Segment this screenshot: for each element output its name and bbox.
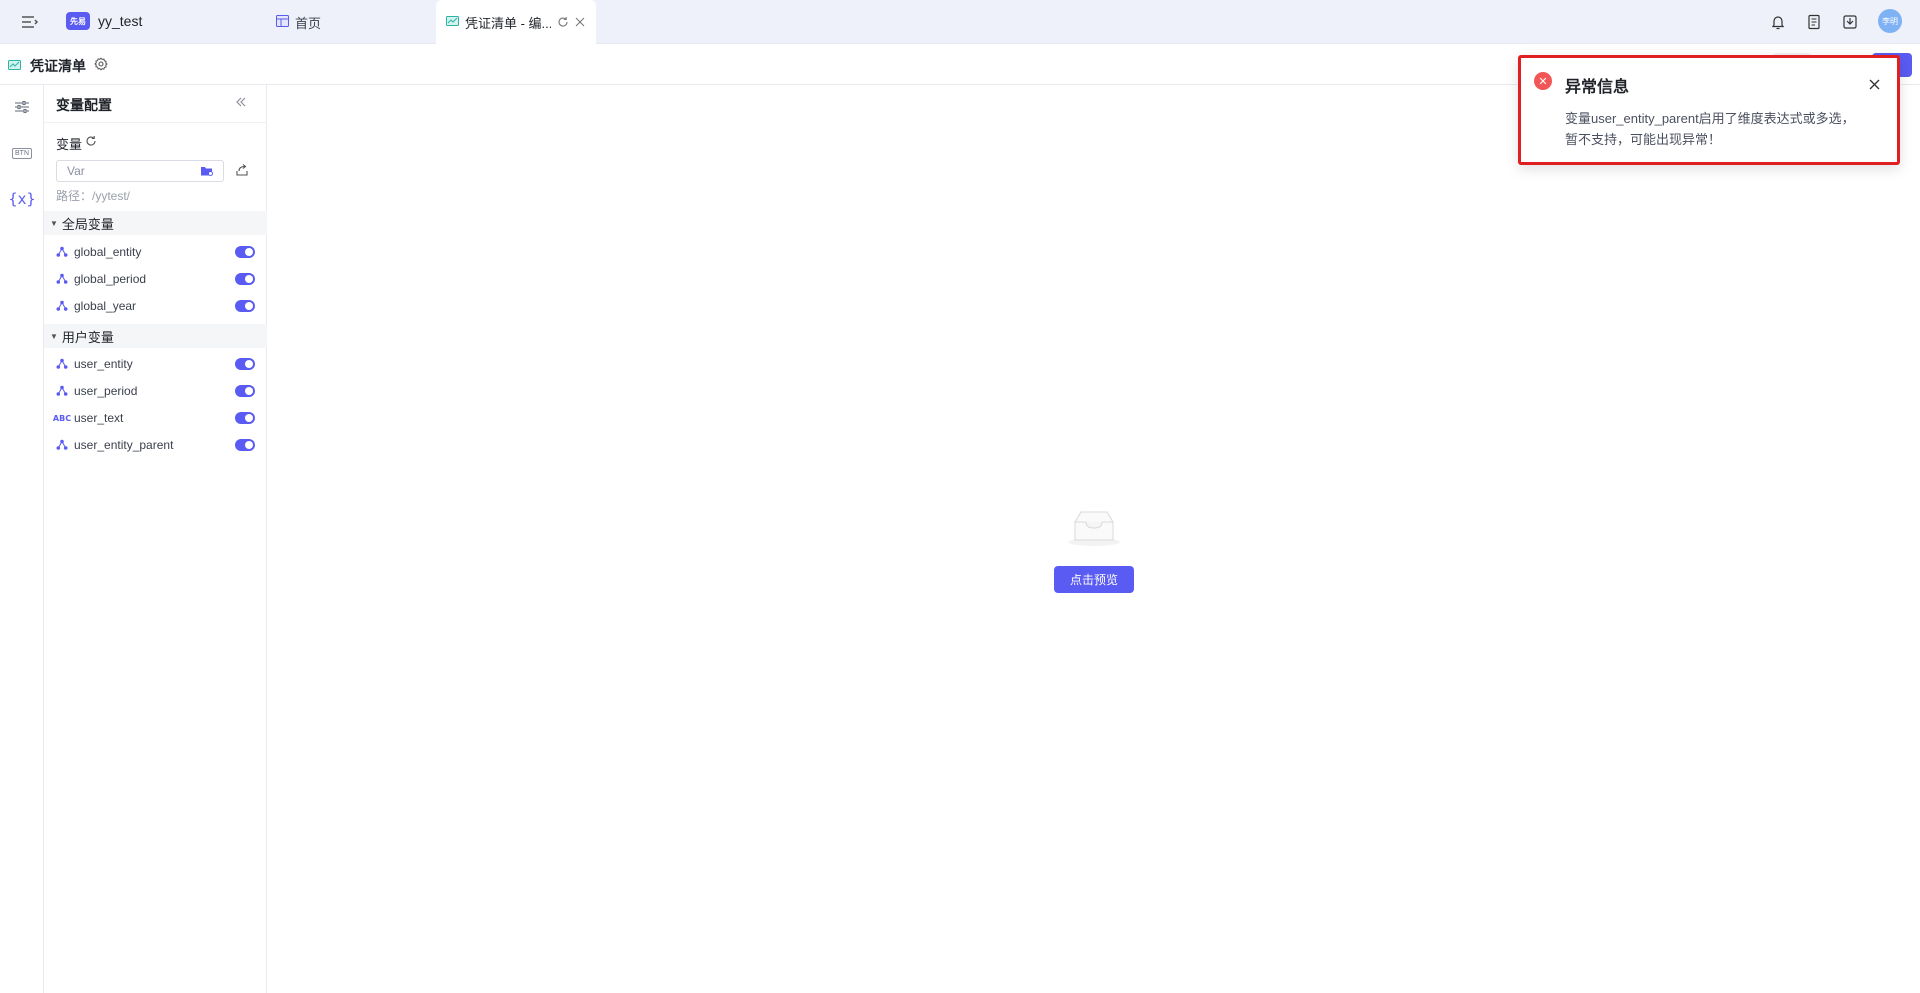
variable-search-input[interactable] (57, 161, 193, 181)
top-tab-bar: 先易 yy_test 首页 凭证清单 - 编... 李明 (0, 0, 1920, 44)
gear-icon[interactable] (94, 57, 108, 76)
dimension-icon (56, 358, 68, 370)
sliders-icon[interactable] (10, 95, 34, 119)
document-title: 凭证清单 (30, 58, 86, 74)
variable-name: user_text (74, 411, 124, 425)
group-label: 用户变量 (61, 329, 114, 345)
share-icon[interactable] (235, 163, 249, 182)
variable-toggle[interactable] (235, 246, 255, 258)
variable-name: global_entity (74, 245, 142, 259)
variable-toggle[interactable] (235, 412, 255, 424)
left-rail: BTN {x} (0, 85, 44, 993)
variable-name: user_period (74, 384, 138, 398)
variable-name: global_period (74, 272, 147, 286)
variable-toggle[interactable] (235, 300, 255, 312)
dimension-icon (56, 300, 68, 312)
variable-toggle[interactable] (235, 273, 255, 285)
inbox-download-icon[interactable] (1840, 12, 1860, 32)
dimension-icon (56, 273, 68, 285)
variable-icon[interactable]: {x} (8, 187, 35, 211)
text-type-icon: ABC (52, 413, 72, 423)
list-item[interactable]: user_period (44, 380, 267, 402)
variable-section-label: 变量 (56, 137, 83, 152)
user-avatar[interactable]: 李明 (1878, 9, 1902, 33)
variable-toggle[interactable] (235, 385, 255, 397)
tab-refresh-icon[interactable] (557, 16, 569, 28)
variable-search-box (56, 160, 224, 182)
notification-message: 变量user_entity_parent启用了维度表达式或多选， 暂不支持，可能… (1565, 108, 1885, 150)
tab-home[interactable]: 首页 (276, 0, 321, 44)
group-global-variables[interactable]: ▼ 全局变量 (44, 211, 267, 235)
list-item[interactable]: global_period (44, 268, 267, 290)
tab-voucher-list-label: 凭证清单 - 编... (465, 15, 551, 31)
app-logo: 先易 (66, 12, 90, 30)
notification-line: 暂不支持，可能出现异常！ (1565, 132, 1722, 147)
bell-icon[interactable] (1768, 12, 1788, 32)
report-icon (8, 58, 21, 76)
menu-toggle-icon[interactable] (20, 12, 40, 32)
preview-button[interactable]: 点击预览 (1054, 566, 1134, 593)
list-item[interactable]: user_entity_parent (44, 434, 267, 456)
notification-line: 变量user_entity_parent启用了维度表达式或多选， (1565, 111, 1855, 126)
variable-name: user_entity_parent (74, 438, 174, 452)
folder-icon[interactable] (200, 164, 214, 182)
tab-close-icon[interactable] (575, 17, 585, 27)
variable-name: user_entity (74, 357, 133, 371)
variable-config-panel: 变量配置 变量 路径：/yytest/ ▼ 全局变量 global_entity… (44, 85, 267, 993)
dimension-icon (56, 439, 68, 451)
home-page-icon (276, 14, 289, 30)
collapse-panel-icon[interactable] (235, 95, 247, 111)
document-icon[interactable] (1804, 12, 1824, 32)
list-item[interactable]: global_entity (44, 241, 267, 263)
list-item[interactable]: ABC user_text (44, 407, 267, 429)
button-config-icon[interactable]: BTN (10, 141, 34, 165)
variable-toggle[interactable] (235, 439, 255, 451)
group-user-variables[interactable]: ▼ 用户变量 (44, 324, 267, 348)
dimension-icon (56, 246, 68, 258)
dimension-icon (56, 385, 68, 397)
panel-header: 变量配置 (44, 85, 267, 123)
path-text: 路径：/yytest/ (56, 189, 131, 203)
notification-title: 异常信息 (1565, 79, 1630, 96)
empty-inbox-icon (1066, 508, 1122, 553)
tab-voucher-list[interactable]: 凭证清单 - 编... (436, 0, 596, 44)
variable-name: global_year (74, 299, 137, 313)
app-name: yy_test (98, 13, 143, 29)
caret-down-icon: ▼ (50, 218, 58, 228)
list-item[interactable]: user_entity (44, 353, 267, 375)
group-label: 全局变量 (61, 216, 114, 232)
list-item[interactable]: global_year (44, 295, 267, 317)
error-notification: ✕ 异常信息 变量user_entity_parent启用了维度表达式或多选， … (1518, 55, 1900, 165)
panel-title: 变量配置 (56, 97, 112, 113)
error-icon: ✕ (1534, 72, 1552, 90)
variable-toggle[interactable] (235, 358, 255, 370)
report-icon (446, 15, 459, 30)
caret-down-icon: ▼ (50, 331, 58, 341)
refresh-icon[interactable] (85, 134, 97, 152)
close-icon[interactable] (1869, 77, 1880, 95)
tab-home-label: 首页 (295, 15, 322, 31)
